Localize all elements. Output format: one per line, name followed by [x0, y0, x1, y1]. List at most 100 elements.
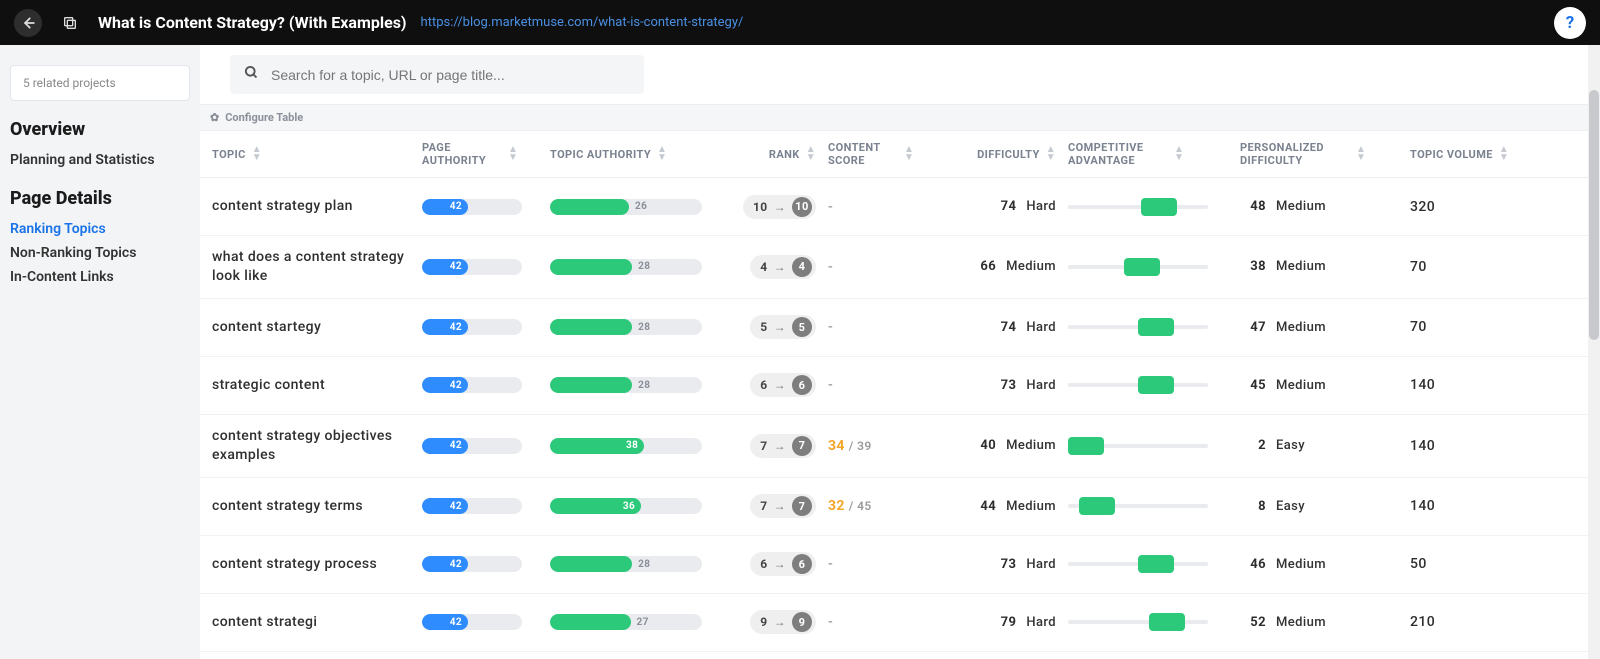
topic-authority-bar: 28: [550, 319, 702, 335]
table-row[interactable]: content strategy process42 28 6→6-73Hard…: [200, 536, 1588, 594]
top-bar: What is Content Strategy? (With Examples…: [0, 0, 1600, 45]
difficulty-cell: 73Hard: [990, 378, 1056, 393]
rank-chip: 6→6: [750, 373, 816, 397]
difficulty-cell: 74Hard: [990, 199, 1056, 214]
topic-volume: 320: [1410, 199, 1435, 215]
topic-name: content startegy: [212, 318, 321, 337]
related-projects-pill[interactable]: 5 related projects: [10, 65, 190, 101]
content-score-empty: -: [828, 259, 833, 275]
back-button[interactable]: [14, 9, 42, 37]
rank-chip: 9→9: [750, 610, 816, 634]
gear-icon: ✿: [210, 111, 219, 124]
content-score-empty: -: [828, 556, 833, 572]
personalized-difficulty-cell: 45Medium: [1240, 378, 1326, 393]
personalized-difficulty-cell: 52Medium: [1240, 615, 1326, 630]
sidebar-item-in-content-links[interactable]: In-Content Links: [10, 265, 190, 289]
table-row[interactable]: strategic content42 28 6→6-73Hard45Mediu…: [200, 357, 1588, 415]
topics-table: TOPIC▲▼ PAGE AUTHORITY▲▼ TOPIC AUTHORITY…: [200, 131, 1588, 652]
competitive-advantage-slider: [1068, 444, 1208, 448]
sidebar-item-planning[interactable]: Planning and Statistics: [10, 148, 190, 172]
sidebar: 5 related projects Overview Planning and…: [0, 45, 200, 659]
competitive-advantage-slider: [1068, 205, 1208, 209]
configure-table-button[interactable]: ✿ Configure Table: [200, 104, 1588, 131]
competitive-advantage-slider: [1068, 620, 1208, 624]
col-topic[interactable]: TOPIC▲▼: [200, 141, 416, 167]
page-authority-bar: 42: [422, 377, 522, 393]
topic-name: content strategi: [212, 613, 317, 632]
table-row[interactable]: what does a content strategy look like42…: [200, 236, 1588, 299]
topic-authority-bar: 28: [550, 556, 702, 572]
table-row[interactable]: content startegy42 28 5→5-74Hard47Medium…: [200, 299, 1588, 357]
col-rank[interactable]: RANK▲▼: [722, 141, 822, 167]
scrollbar-thumb[interactable]: [1589, 90, 1599, 340]
personalized-difficulty-cell: 47Medium: [1240, 320, 1326, 335]
sidebar-heading-overview: Overview: [10, 119, 190, 140]
page-authority-bar: 42: [422, 498, 522, 514]
topic-name: what does a content strategy look like: [212, 248, 410, 286]
rank-chip: 4→4: [750, 255, 816, 279]
rank-chip: 5→5: [750, 315, 816, 339]
topic-authority-bar: 28: [550, 377, 702, 393]
competitive-advantage-slider: [1068, 325, 1208, 329]
content-score: 32 / 45: [828, 498, 872, 514]
sidebar-item-ranking-topics[interactable]: Ranking Topics: [10, 217, 190, 241]
page-authority-bar: 42: [422, 199, 522, 215]
rank-chip: 7→7: [750, 434, 816, 458]
search-icon: [244, 65, 259, 84]
table-row[interactable]: content strategi42 27 9→9-79Hard52Medium…: [200, 594, 1588, 652]
personalized-difficulty-cell: 8Easy: [1240, 499, 1305, 514]
col-personalized-difficulty[interactable]: PERSONALIZED DIFFICULTY▲▼: [1234, 141, 1404, 167]
difficulty-cell: 66Medium: [970, 259, 1056, 274]
difficulty-cell: 40Medium: [970, 438, 1056, 453]
col-page-authority[interactable]: PAGE AUTHORITY▲▼: [416, 141, 544, 167]
personalized-difficulty-cell: 46Medium: [1240, 557, 1326, 572]
col-topic-authority[interactable]: TOPIC AUTHORITY▲▼: [544, 141, 722, 167]
page-url-link[interactable]: https://blog.marketmuse.com/what-is-cont…: [421, 15, 744, 30]
scrollbar[interactable]: [1588, 45, 1600, 659]
col-content-score[interactable]: CONTENT SCORE▲▼: [822, 141, 922, 167]
topic-authority-bar: 36: [550, 498, 702, 514]
topic-name: content strategy terms: [212, 497, 363, 516]
difficulty-cell: 73Hard: [990, 557, 1056, 572]
col-competitive-advantage[interactable]: COMPETITIVE ADVANTAGE▲▼: [1062, 141, 1234, 167]
page-authority-bar: 42: [422, 319, 522, 335]
table-row[interactable]: content strategy plan42 26 10→10-74Hard4…: [200, 178, 1588, 236]
col-topic-volume[interactable]: TOPIC VOLUME▲▼: [1404, 141, 1544, 167]
rank-chip: 10→10: [743, 195, 816, 219]
rank-chip: 7→7: [750, 494, 816, 518]
copy-icon[interactable]: [56, 9, 84, 37]
page-authority-bar: 42: [422, 556, 522, 572]
personalized-difficulty-cell: 48Medium: [1240, 199, 1326, 214]
help-button[interactable]: ?: [1554, 7, 1586, 39]
topic-volume: 140: [1410, 438, 1435, 454]
personalized-difficulty-cell: 38Medium: [1240, 259, 1326, 274]
topic-authority-bar: 28: [550, 259, 702, 275]
content-score-empty: -: [828, 199, 833, 215]
topic-authority-bar: 38: [550, 438, 702, 454]
page-authority-bar: 42: [422, 614, 522, 630]
page-authority-bar: 42: [422, 438, 522, 454]
topic-volume: 50: [1410, 556, 1427, 572]
personalized-difficulty-cell: 2Easy: [1240, 438, 1305, 453]
topic-volume: 70: [1410, 259, 1427, 275]
competitive-advantage-slider: [1068, 504, 1208, 508]
table-row[interactable]: content strategy terms42 36 7→732 / 4544…: [200, 478, 1588, 536]
search-input[interactable]: [271, 67, 630, 83]
topic-volume: 140: [1410, 498, 1435, 514]
topic-name: content strategy objectives examples: [212, 427, 410, 465]
competitive-advantage-slider: [1068, 383, 1208, 387]
difficulty-cell: 74Hard: [990, 320, 1056, 335]
topic-name: content strategy plan: [212, 197, 353, 216]
search-bar[interactable]: [230, 55, 644, 94]
table-row[interactable]: content strategy objectives examples 42 3…: [200, 415, 1588, 478]
content-score-empty: -: [828, 614, 833, 630]
competitive-advantage-slider: [1068, 562, 1208, 566]
topic-volume: 210: [1410, 614, 1435, 630]
topic-volume: 70: [1410, 319, 1427, 335]
topic-name: content strategy process: [212, 555, 377, 574]
topic-volume: 140: [1410, 377, 1435, 393]
col-difficulty[interactable]: DIFFICULTY▲▼: [922, 141, 1062, 167]
topic-name: strategic content: [212, 376, 325, 395]
topic-authority-bar: 27: [550, 614, 702, 630]
sidebar-item-non-ranking-topics[interactable]: Non-Ranking Topics: [10, 241, 190, 265]
